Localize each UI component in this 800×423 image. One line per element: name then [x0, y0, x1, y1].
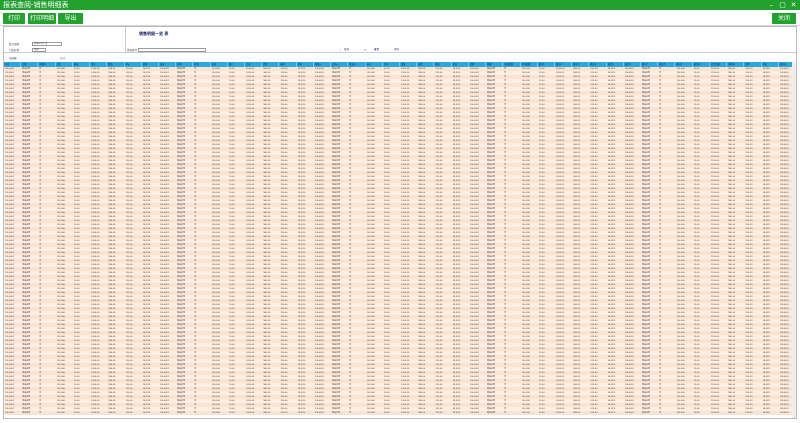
divider-icon: |: [340, 48, 341, 52]
table-cell: 980.00: [728, 411, 744, 415]
table-cell: 10.00: [384, 411, 400, 415]
table-cell: 1/6-0001: [315, 411, 331, 415]
table-cell: 1200.00: [246, 411, 262, 415]
table-cell: 120.000: [367, 411, 383, 415]
filter-label-date: 统计日期: [9, 42, 19, 46]
table-cell: 件: [194, 411, 210, 415]
window-title: 报表查阅-销售明细表: [3, 1, 69, 9]
table-cell: 980.00: [108, 411, 124, 415]
table-cell: 1200.00: [91, 411, 107, 415]
table-cell: 件: [349, 411, 365, 415]
export-button[interactable]: 导出: [58, 13, 83, 24]
table-cell: 18.33%: [298, 411, 314, 415]
panel-separator: [4, 52, 796, 53]
table-cell: 件: [504, 411, 520, 415]
table-cell: 18.33%: [453, 411, 469, 415]
table-cell: 商品名称: [487, 411, 503, 415]
table-cell: 980.00: [573, 411, 589, 415]
window-controls: – ▢ ✕: [767, 1, 798, 9]
vertical-scrollbar[interactable]: [792, 62, 796, 418]
table-cell: 120.000: [212, 411, 228, 415]
query-button[interactable]: 查询: [344, 48, 349, 52]
table-cell: 18.33%: [763, 411, 779, 415]
grid-body: 1/6-0001 商品名称件 120.000 10.00 1200.00 980.00 22…: [4, 67, 796, 418]
record-count-value: 合计: [60, 56, 65, 60]
table-cell: 1200.00: [556, 411, 572, 415]
table-cell: 件: [659, 411, 675, 415]
search-label: 查询条件: [127, 48, 137, 52]
table-cell: 980.00: [418, 411, 434, 415]
table-cell: 18.33%: [608, 411, 624, 415]
print-detail-button[interactable]: 打印明细: [28, 13, 56, 24]
panel-divider: [125, 27, 126, 52]
table-cell: 1200.00: [401, 411, 417, 415]
table-cell: 120.000: [676, 411, 692, 415]
data-grid[interactable]: 序号 日期 单据号 品名 规格 单位 数量 单价 金额 成本 毛利 折扣 实收 客户 门店 类别 编码 条码 零售价…: [4, 62, 796, 418]
table-cell: 120.000: [522, 411, 538, 415]
table-cell: 10.00: [539, 411, 555, 415]
table-cell: 1/6-0001: [625, 411, 641, 415]
toolbar: 打印 打印明细 导出 关闭: [0, 10, 800, 26]
maximize-icon[interactable]: ▢: [778, 1, 787, 9]
store-select[interactable]: 全部: [32, 48, 46, 52]
table-cell: 120.000: [57, 411, 73, 415]
refresh-icon[interactable]: ⟳: [364, 48, 367, 52]
table-cell: 10.00: [74, 411, 90, 415]
search-input[interactable]: [138, 48, 206, 52]
table-cell: 商品名称: [22, 411, 38, 415]
table-cell: 220.00: [745, 411, 761, 415]
close-button[interactable]: 关闭: [772, 13, 796, 24]
close-icon[interactable]: ✕: [789, 1, 798, 9]
table-cell: 1/6-0001: [160, 411, 176, 415]
horizontal-scrollbar[interactable]: [4, 418, 796, 419]
table-cell: 18.33%: [143, 411, 159, 415]
reset-button[interactable]: 重置: [374, 48, 379, 52]
table-cell: 1/6-0001: [5, 411, 21, 415]
table-cell: 220.00: [126, 411, 142, 415]
print-button[interactable]: 打印: [3, 13, 25, 24]
record-count-label: 记录数:: [9, 56, 17, 60]
table-cell: 220.00: [435, 411, 451, 415]
table-cell: 10.00: [229, 411, 245, 415]
report-panel: 销售明细一览 表 统计日期 2020-1-1 至 门店名称 全部 查询条件 | …: [3, 26, 797, 419]
table-cell: 1200.00: [711, 411, 727, 415]
table-cell: 220.00: [590, 411, 606, 415]
window-titlebar: 报表查阅-销售明细表 – ▢ ✕: [0, 0, 800, 10]
filter-label-store: 门店名称: [9, 48, 19, 52]
table-cell: 件: [39, 411, 55, 415]
table-cell: 商品名称: [642, 411, 658, 415]
table-cell: 1/6-0001: [470, 411, 486, 415]
table-cell: 商品名称: [332, 411, 348, 415]
table-cell: 商品名称: [177, 411, 193, 415]
table-cell: 220.00: [280, 411, 296, 415]
page-button[interactable]: 页码: [394, 48, 399, 52]
minimize-icon[interactable]: –: [767, 1, 776, 9]
date-range-input[interactable]: 2020-1-1 至: [32, 42, 62, 46]
table-cell: 10.00: [694, 411, 710, 415]
table-row[interactable]: 1/6-0001 商品名称件 120.000 10.00 1200.00 980.00 22…: [4, 411, 796, 415]
table-cell: 980.00: [263, 411, 279, 415]
report-title: 销售明细一览 表: [139, 31, 168, 37]
